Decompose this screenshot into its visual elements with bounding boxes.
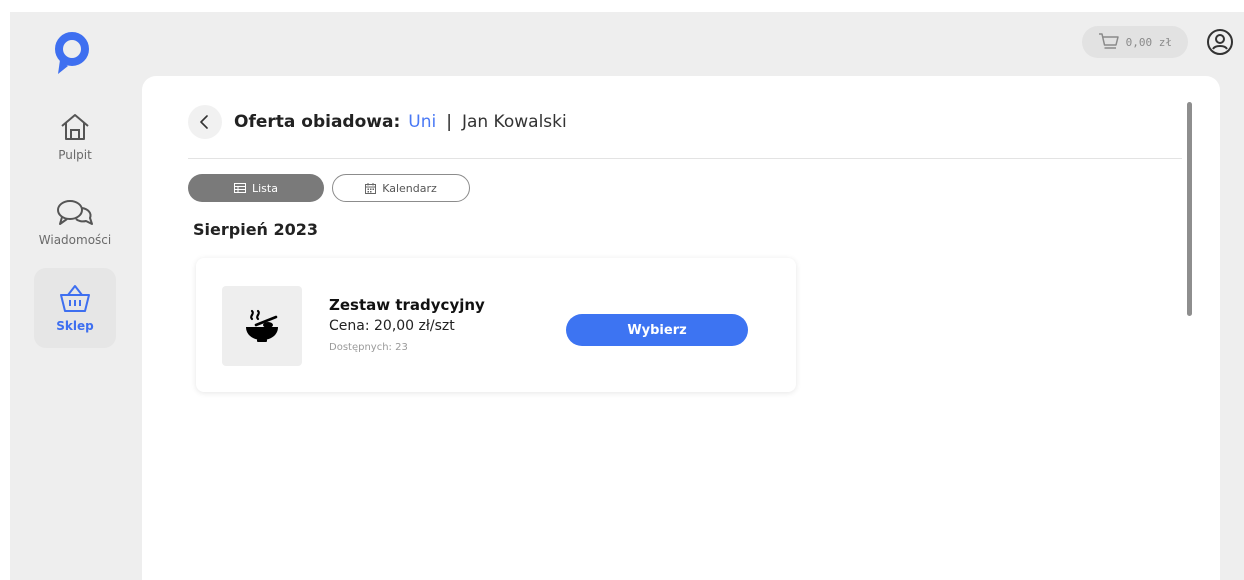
product-price: Cena: 20,00 zł/szt xyxy=(329,318,455,334)
chevron-left-icon xyxy=(200,115,208,129)
sidebar-item-label: Pulpit xyxy=(58,148,92,162)
cart-icon xyxy=(1098,33,1119,49)
cart-button[interactable]: 0,00 zł xyxy=(1081,26,1188,58)
product-stock: Dostępnych: 23 xyxy=(329,342,408,353)
scrollbar-thumb[interactable] xyxy=(1187,102,1192,316)
topbar-actions: 0,00 zł xyxy=(1081,26,1234,58)
user-icon[interactable] xyxy=(1206,28,1234,56)
app-window: 0,00 zł Pulpit Wiadomości Sklep Oferta o… xyxy=(10,12,1244,580)
choose-button[interactable]: Wybierz xyxy=(566,314,748,346)
product-name: Zestaw tradycyjny xyxy=(329,296,485,314)
sidebar-item-sklep[interactable]: Sklep xyxy=(34,268,116,348)
back-button[interactable] xyxy=(188,105,222,139)
header-divider xyxy=(188,158,1182,159)
tab-lista[interactable]: Lista xyxy=(188,174,324,202)
table-icon xyxy=(234,183,246,193)
school-link[interactable]: Uni xyxy=(408,112,436,132)
tab-kalendarz[interactable]: Kalendarz xyxy=(332,174,470,202)
page-header: Oferta obiadowa: Uni | Jan Kowalski xyxy=(188,104,567,140)
month-heading: Sierpień 2023 xyxy=(193,220,319,239)
home-icon xyxy=(61,114,89,140)
basket-icon xyxy=(60,285,90,312)
tab-label: Kalendarz xyxy=(382,181,437,195)
sidebar-item-wiadomosci[interactable]: Wiadomości xyxy=(34,182,116,262)
chat-icon xyxy=(57,200,93,225)
sidebar-item-label: Wiadomości xyxy=(38,233,112,247)
logo-icon xyxy=(55,32,89,74)
product-image xyxy=(222,286,302,366)
calendar-icon xyxy=(365,182,377,194)
sidebar-item-pulpit[interactable]: Pulpit xyxy=(34,96,116,176)
student-name: Jan Kowalski xyxy=(461,112,567,132)
product-card: Zestaw tradycyjny Cena: 20,00 zł/szt Dos… xyxy=(196,258,796,392)
header-separator: | xyxy=(446,112,452,132)
tab-label: Lista xyxy=(252,181,278,195)
sidebar-item-label: Sklep xyxy=(56,319,94,333)
cart-amount: 0,00 zł xyxy=(1125,35,1172,49)
bowl-icon xyxy=(246,309,278,342)
main-panel: Oferta obiadowa: Uni | Jan Kowalski List… xyxy=(142,76,1220,580)
page-title: Oferta obiadowa: xyxy=(234,112,401,132)
